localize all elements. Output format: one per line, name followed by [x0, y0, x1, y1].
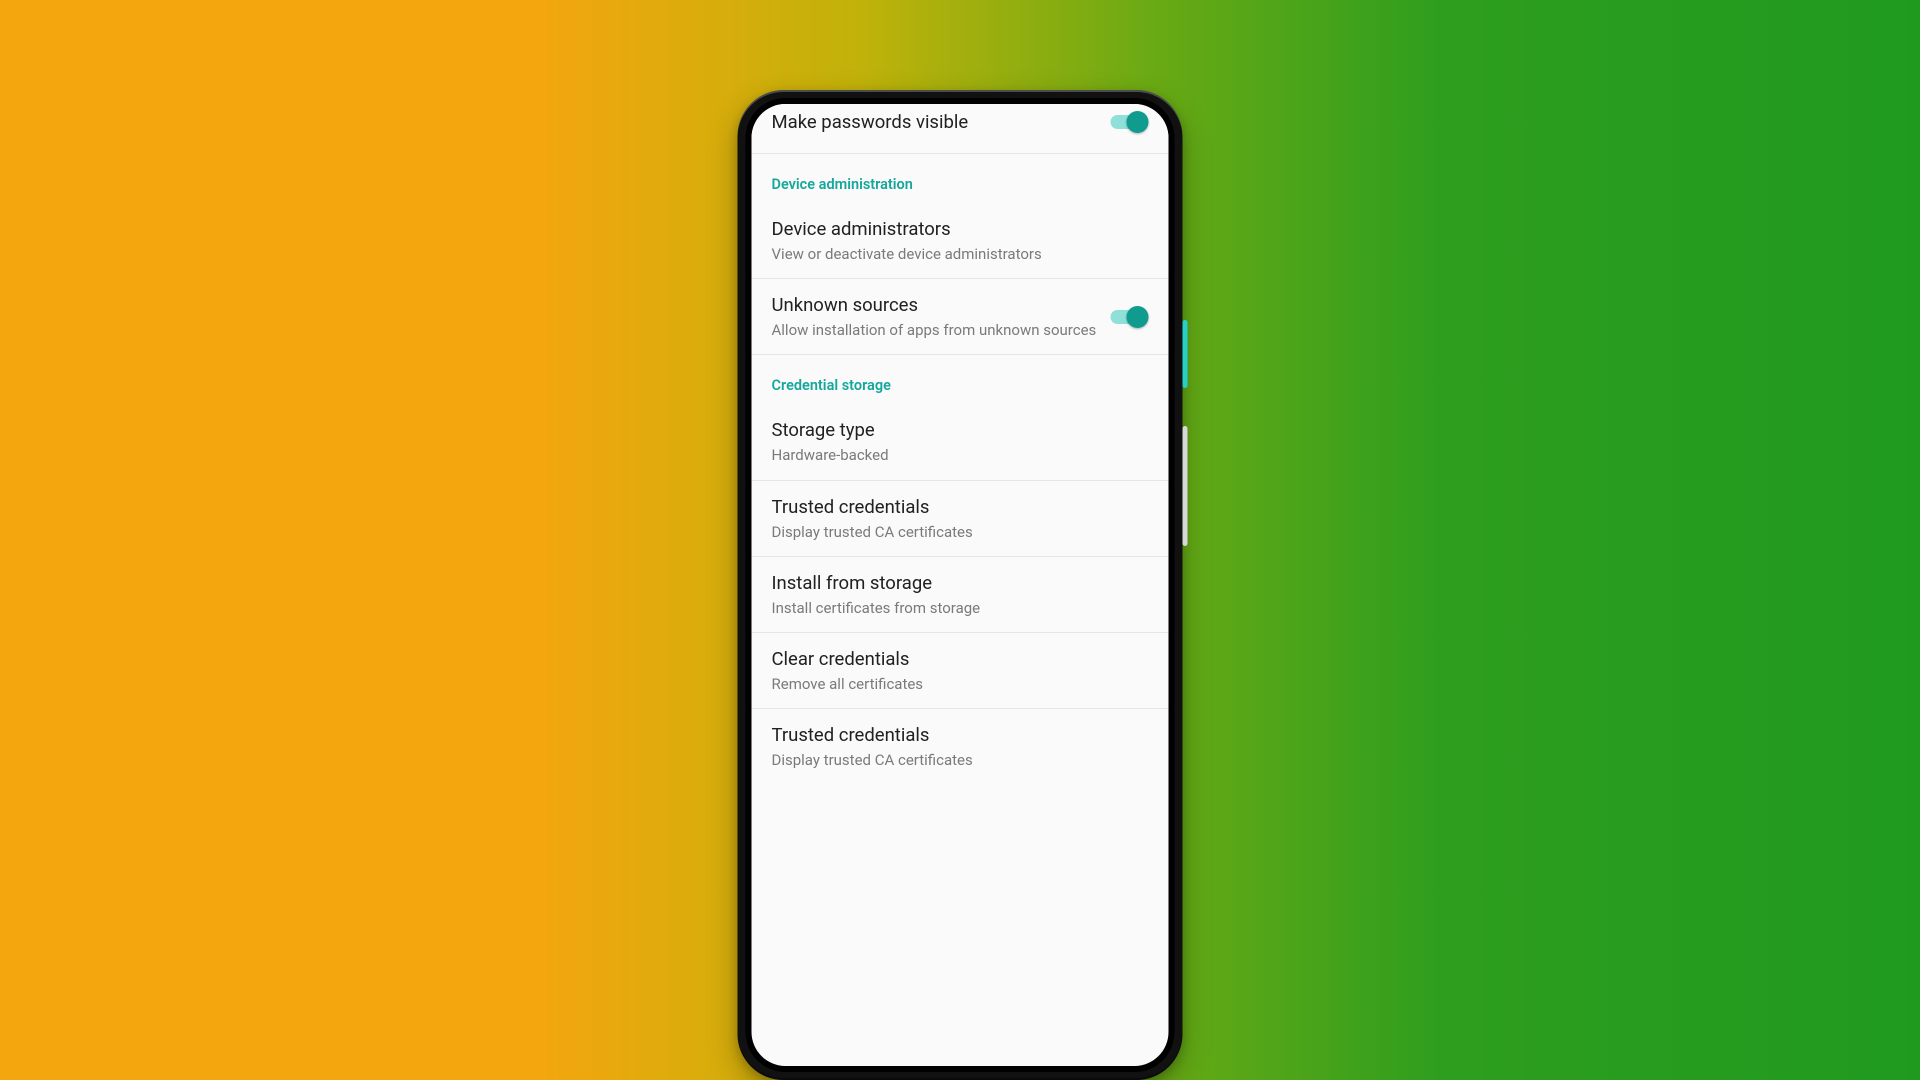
power-button — [1183, 320, 1188, 388]
row-trusted-credentials[interactable]: Trusted credentials Display trusted CA c… — [752, 481, 1169, 557]
row-title: Unknown sources — [772, 293, 1097, 318]
row-subtitle: Remove all certificates — [772, 674, 1149, 694]
row-make-passwords-visible[interactable]: Make passwords visible — [752, 104, 1169, 154]
row-subtitle: Install certificates from storage — [772, 598, 1149, 618]
row-title: Install from storage — [772, 571, 1149, 596]
row-text: Make passwords visible — [772, 110, 1097, 135]
toggle-thumb — [1127, 306, 1149, 328]
volume-button — [1183, 426, 1188, 546]
row-subtitle: Display trusted CA certificates — [772, 750, 1149, 770]
row-device-administrators[interactable]: Device administrators View or deactivate… — [752, 203, 1169, 279]
row-subtitle: Display trusted CA certificates — [772, 522, 1149, 542]
row-subtitle: Hardware-backed — [772, 445, 1149, 465]
row-subtitle: View or deactivate device administrators — [772, 244, 1149, 264]
row-subtitle: Allow installation of apps from unknown … — [772, 320, 1097, 340]
toggle-unknown-sources[interactable] — [1111, 306, 1149, 328]
row-text: Trusted credentials Display trusted CA c… — [772, 723, 1149, 770]
row-clear-credentials[interactable]: Clear credentials Remove all certificate… — [752, 633, 1169, 709]
row-trusted-credentials-2[interactable]: Trusted credentials Display trusted CA c… — [752, 709, 1169, 784]
row-text: Clear credentials Remove all certificate… — [772, 647, 1149, 694]
stage: Make passwords visible Device administra… — [0, 0, 1920, 1080]
row-text: Device administrators View or deactivate… — [772, 217, 1149, 264]
row-unknown-sources[interactable]: Unknown sources Allow installation of ap… — [752, 279, 1169, 355]
section-device-administration: Device administration — [752, 154, 1169, 203]
row-text: Unknown sources Allow installation of ap… — [772, 293, 1097, 340]
row-title: Storage type — [772, 418, 1149, 443]
toggle-make-passwords-visible[interactable] — [1111, 111, 1149, 133]
phone-frame: Make passwords visible Device administra… — [738, 90, 1183, 1080]
row-text: Trusted credentials Display trusted CA c… — [772, 495, 1149, 542]
row-title: Trusted credentials — [772, 723, 1149, 748]
row-title: Make passwords visible — [772, 110, 1097, 135]
row-title: Clear credentials — [772, 647, 1149, 672]
settings-scroll[interactable]: Make passwords visible Device administra… — [752, 104, 1169, 1066]
row-text: Install from storage Install certificate… — [772, 571, 1149, 618]
row-text: Storage type Hardware-backed — [772, 418, 1149, 465]
phone-inner: Make passwords visible Device administra… — [746, 98, 1175, 1072]
section-credential-storage: Credential storage — [752, 355, 1169, 404]
row-title: Trusted credentials — [772, 495, 1149, 520]
row-title: Device administrators — [772, 217, 1149, 242]
row-storage-type[interactable]: Storage type Hardware-backed — [752, 404, 1169, 480]
row-install-from-storage[interactable]: Install from storage Install certificate… — [752, 557, 1169, 633]
toggle-thumb — [1127, 111, 1149, 133]
settings-screen[interactable]: Make passwords visible Device administra… — [752, 104, 1169, 1066]
